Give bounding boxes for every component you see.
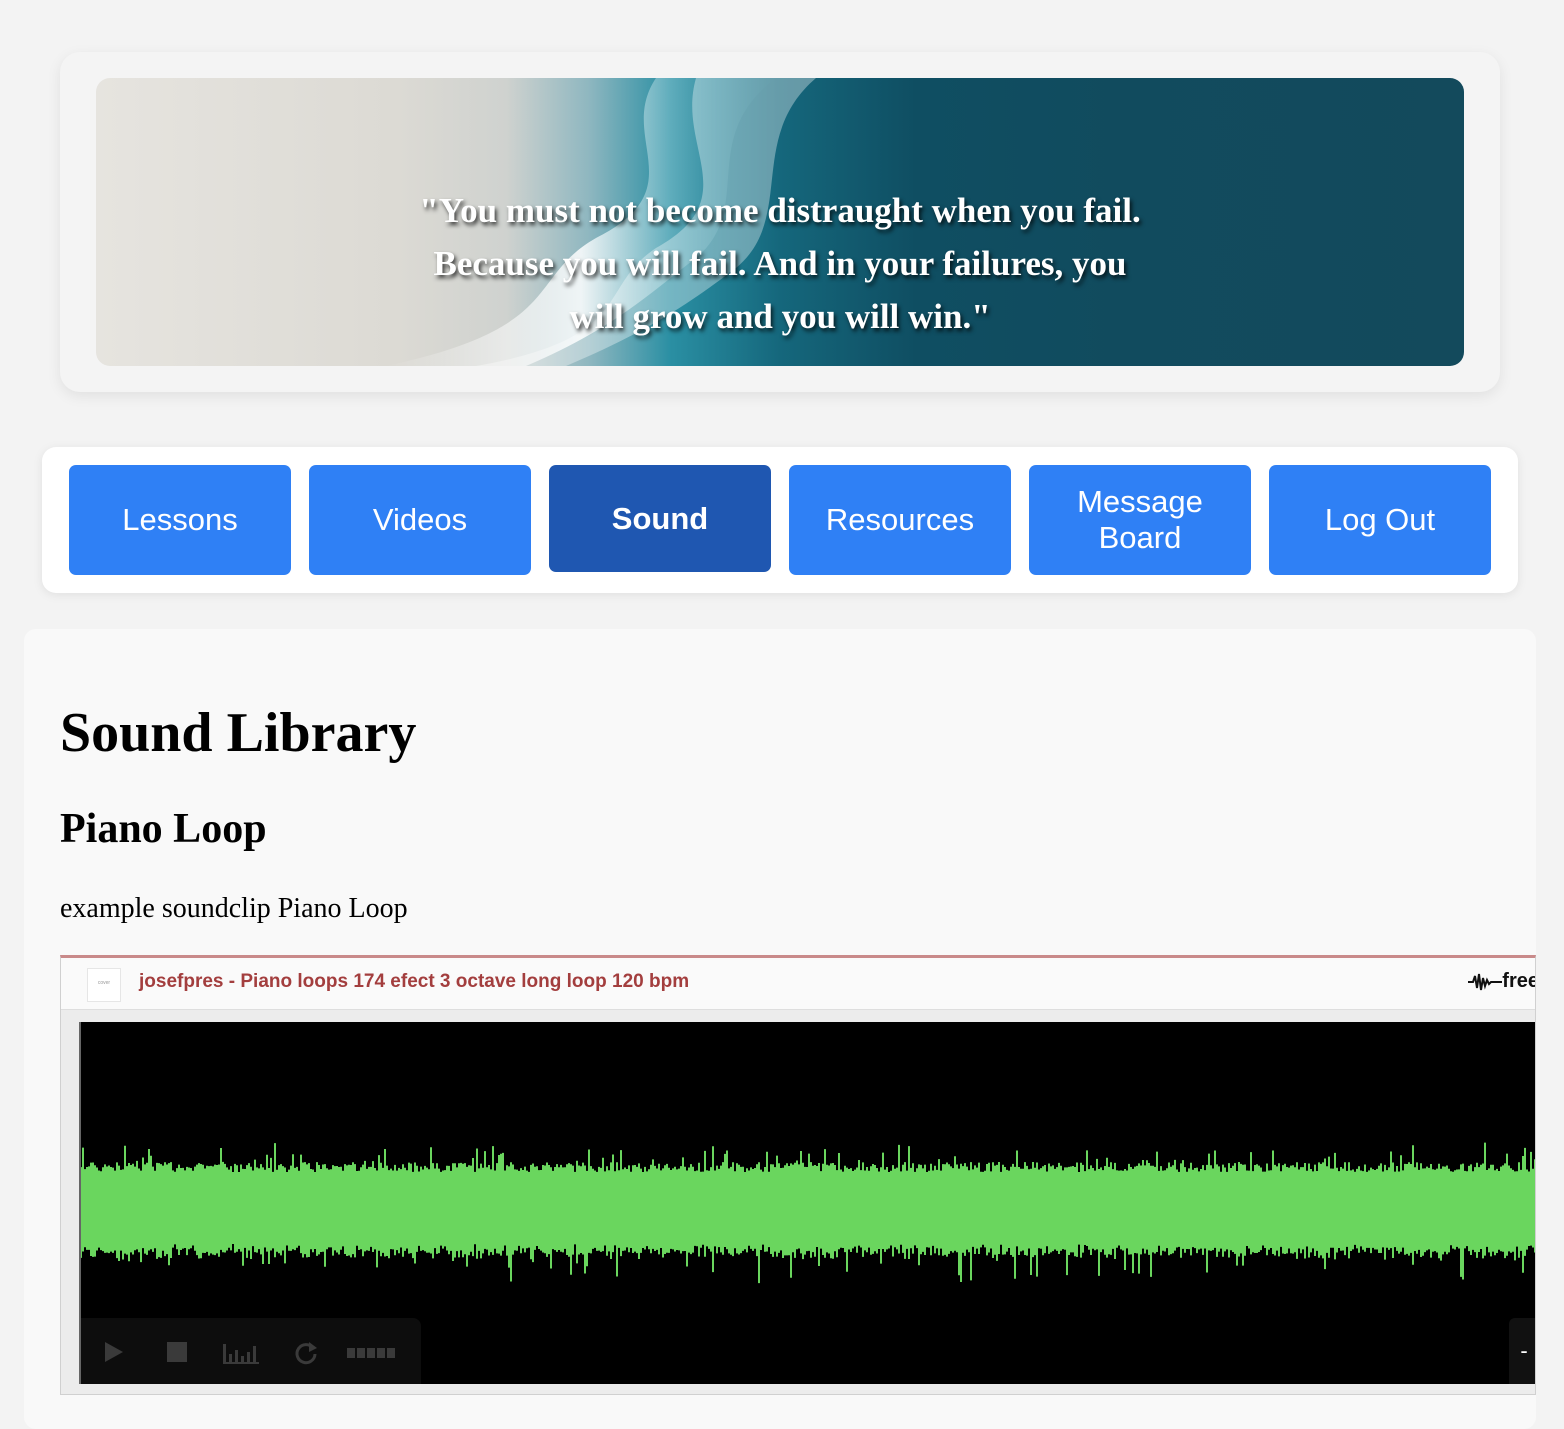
waveform-logo-icon (1468, 973, 1503, 990)
nav-resources-button[interactable]: Resources (789, 465, 1011, 575)
waveform-display[interactable]: - (79, 1022, 1535, 1384)
nav-logout-button[interactable]: Log Out (1269, 465, 1491, 575)
track-title-link[interactable]: josefpres - Piano loops 174 efect 3 octa… (139, 971, 689, 993)
page-title: Sound Library (60, 702, 417, 764)
hero-banner: "You must not become distraught when you… (96, 78, 1464, 366)
nav-message-board-button[interactable]: Message Board (1029, 465, 1251, 575)
collapse-button[interactable]: - (1509, 1318, 1535, 1384)
nav-videos-button[interactable]: Videos (309, 465, 531, 575)
sound-title: Piano Loop (60, 806, 267, 852)
loop-icon[interactable] (293, 1340, 319, 1366)
play-icon[interactable] (101, 1340, 125, 1364)
player-controls (81, 1318, 421, 1384)
nav-sound-button[interactable]: Sound (549, 465, 771, 572)
spectrogram-icon[interactable] (221, 1340, 263, 1366)
sound-player-embed[interactable]: cover josefpres - Piano loops 174 efect … (60, 955, 1536, 1395)
hero-quote: "You must not become distraught when you… (419, 191, 1141, 336)
nav-bar: Lessons Videos Sound Resources Message B… (42, 447, 1518, 593)
sound-description: example soundclip Piano Loop (60, 893, 408, 924)
nav-lessons-button[interactable]: Lessons (69, 465, 291, 575)
freesound-logo[interactable]: free (1468, 970, 1536, 993)
track-thumbnail[interactable]: cover (87, 968, 121, 1002)
hero-card: "You must not become distraught when you… (60, 52, 1500, 392)
content-card: Sound Library Piano Loop example soundcl… (24, 629, 1536, 1429)
waveform-core (81, 1174, 1535, 1242)
brand-text: free (1502, 970, 1536, 992)
player-header: cover josefpres - Piano loops 174 efect … (61, 958, 1535, 1010)
stop-icon[interactable] (165, 1340, 189, 1364)
volume-icon[interactable] (347, 1346, 397, 1360)
